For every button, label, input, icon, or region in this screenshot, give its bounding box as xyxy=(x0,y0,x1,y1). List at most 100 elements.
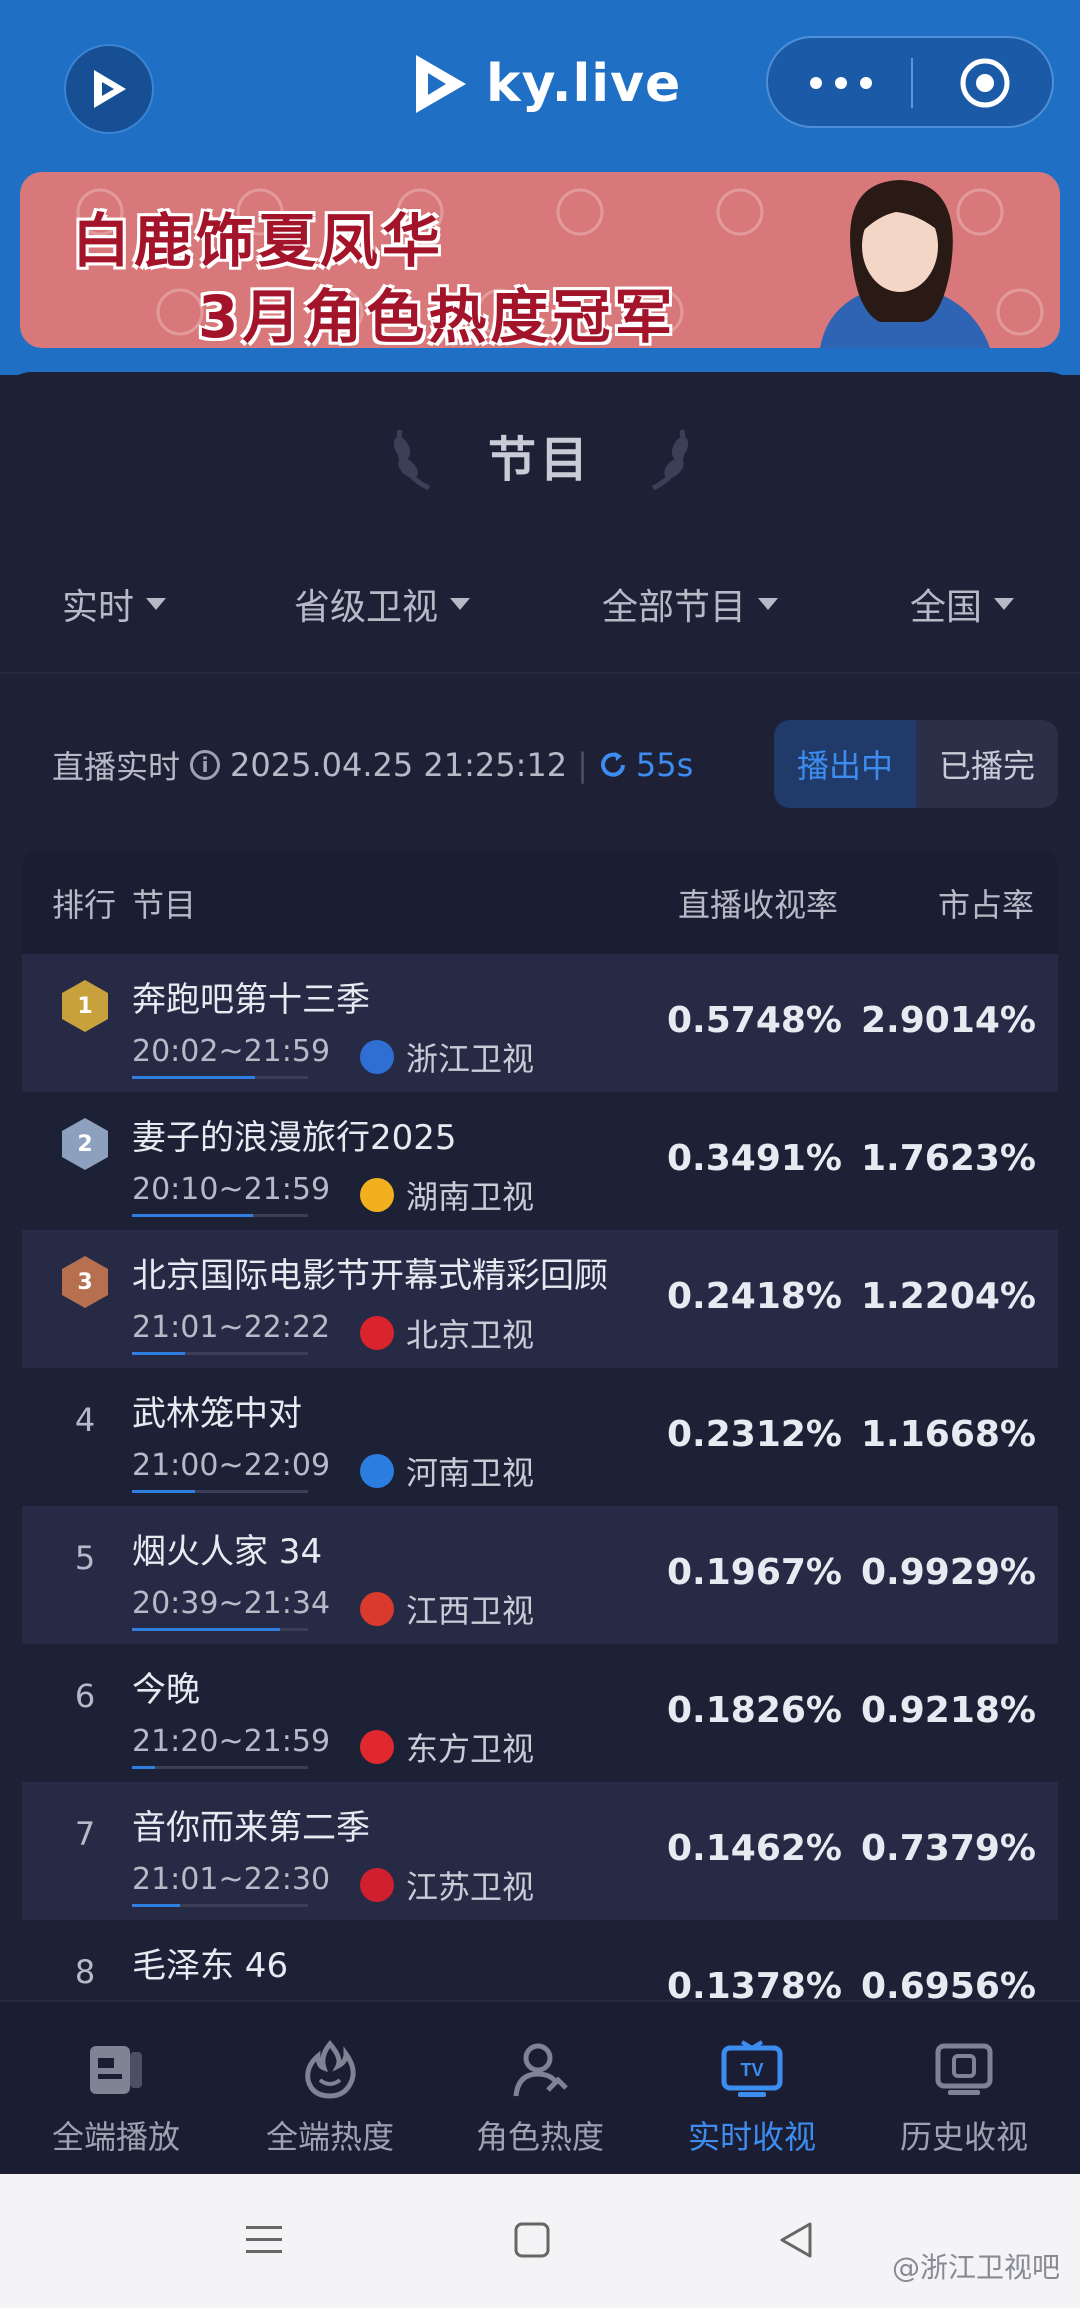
person-icon xyxy=(513,2043,568,2097)
info-icon[interactable]: i xyxy=(190,750,221,780)
channel: 江苏卫视 xyxy=(360,1862,534,1908)
app-logo-button[interactable] xyxy=(64,44,154,134)
table-row[interactable]: 1 奔跑吧第十三季 20:02~21:59 浙江卫视 0.5748% 2.9014% xyxy=(22,954,1058,1092)
capsule-divider xyxy=(911,58,913,108)
market-share: 0.9218% xyxy=(861,1690,1036,1731)
refresh-seconds: 55s xyxy=(635,746,694,784)
caret-down-icon xyxy=(146,598,167,610)
brand-name: ky.live xyxy=(486,54,682,114)
airtime-progress xyxy=(132,1628,308,1631)
back-icon[interactable] xyxy=(776,2220,816,2260)
close-target-icon[interactable] xyxy=(958,56,1012,110)
market-share: 1.2204% xyxy=(861,1276,1036,1317)
channel-logo-icon xyxy=(360,1868,394,1902)
live-rating: 0.1826% xyxy=(667,1690,842,1731)
channel-name: 河南卫视 xyxy=(406,1454,535,1492)
filter-time[interactable]: 实时 xyxy=(62,578,167,630)
banner-headline: 白鹿饰夏凤华 xyxy=(72,207,445,275)
program-name: 毛泽东 46 xyxy=(132,1946,289,1986)
ratings-table: 排行 节目 直播收视率 市占率 1 奔跑吧第十三季 20:02~21:59 浙江卫视 0… xyxy=(22,850,1058,2010)
program-time: 21:01~22:30 xyxy=(132,1862,331,1897)
rank-number: 8 xyxy=(74,1953,96,1991)
program-name: 武林笼中对 xyxy=(132,1394,302,1434)
rank-badge: 2 xyxy=(62,1118,108,1170)
program-time: 20:10~21:59 xyxy=(132,1172,331,1207)
table-row[interactable]: 6 今晚 21:20~21:59 东方卫视 0.1826% 0.9218% xyxy=(22,1644,1058,1782)
airtime-progress-fill xyxy=(132,1214,254,1217)
filter-label: 全部节目 xyxy=(602,587,747,628)
filter-program[interactable]: 全部节目 xyxy=(602,578,779,630)
system-nav-bar xyxy=(0,2174,1080,2308)
table-row[interactable]: 4 武林笼中对 21:00~22:09 河南卫视 0.2312% 1.1668% xyxy=(22,1368,1058,1506)
nav-playback[interactable]: 全端播放 xyxy=(26,2040,206,2158)
live-status: 直播实时 i 2025.04.25 21:25:12 | 55s xyxy=(52,740,693,790)
nav-history-ratings[interactable]: 历史收视 xyxy=(874,2040,1054,2158)
table-row[interactable]: 2 妻子的浪漫旅行2025 20:10~21:59 湖南卫视 0.3491% 1.7623… xyxy=(22,1092,1058,1230)
table-row[interactable]: 5 烟火人家 34 20:39~21:34 江西卫视 0.1967% 0.9929% xyxy=(22,1506,1058,1644)
airtime-progress xyxy=(132,1766,308,1769)
table-row[interactable]: 8 毛泽东 46 0.1378% 0.6956% xyxy=(22,1920,1058,2010)
channel-name: 北京卫视 xyxy=(406,1316,535,1354)
airtime-progress xyxy=(132,1490,308,1493)
channel-name: 东方卫视 xyxy=(406,1730,535,1768)
filter-bar: 实时 省级卫视 全部节目 全国 xyxy=(0,578,1080,634)
live-rating: 0.3491% xyxy=(667,1138,842,1179)
header-rank: 排行 xyxy=(52,886,117,924)
filter-channel-type[interactable]: 省级卫视 xyxy=(294,578,471,630)
live-rating: 0.1967% xyxy=(667,1552,842,1593)
market-share: 2.9014% xyxy=(861,1000,1036,1041)
separator: | xyxy=(577,746,588,784)
home-icon[interactable] xyxy=(512,2220,552,2260)
airtime-progress xyxy=(132,1904,308,1907)
filter-label: 省级卫视 xyxy=(294,587,439,628)
refresh-countdown[interactable]: 55s xyxy=(598,746,693,784)
header-share[interactable]: 市占率 xyxy=(938,880,1034,926)
program-time: 20:39~21:34 xyxy=(132,1586,331,1621)
tab-airing[interactable]: 播出中 xyxy=(774,720,916,808)
channel-logo-icon xyxy=(360,1178,394,1212)
caret-down-icon xyxy=(758,598,779,610)
channel-name: 浙江卫视 xyxy=(406,1040,535,1078)
channel: 江西卫视 xyxy=(360,1586,534,1632)
mini-program-capsule xyxy=(766,36,1054,128)
channel: 东方卫视 xyxy=(360,1724,534,1770)
program-name: 今晚 xyxy=(132,1670,200,1710)
nav-popularity[interactable]: 全端热度 xyxy=(240,2040,420,2158)
header-program: 节目 xyxy=(132,886,197,924)
airtime-progress-fill xyxy=(132,1076,256,1079)
channel: 浙江卫视 xyxy=(360,1034,534,1080)
program-time: 21:01~22:22 xyxy=(132,1310,331,1345)
program-time: 21:20~21:59 xyxy=(132,1724,331,1759)
airtime-progress xyxy=(132,1214,308,1217)
actress-portrait xyxy=(820,180,990,348)
table-header: 排行 节目 直播收视率 市占率 xyxy=(22,850,1058,954)
rank-number: 6 xyxy=(74,1677,96,1715)
section-title: 节目 xyxy=(487,432,592,488)
rank-badge: 3 xyxy=(62,1256,108,1308)
filter-region[interactable]: 全国 xyxy=(910,578,1015,630)
channel-logo-icon xyxy=(360,1040,394,1074)
more-icon[interactable] xyxy=(810,66,872,100)
tab-aired[interactable]: 已播完 xyxy=(916,720,1058,808)
header-rating[interactable]: 直播收视率 xyxy=(678,880,838,926)
program-name: 妻子的浪漫旅行2025 xyxy=(132,1118,457,1158)
nav-role-popularity[interactable]: 角色热度 xyxy=(450,2040,630,2158)
rank-number: 5 xyxy=(74,1539,96,1577)
market-share: 0.9929% xyxy=(861,1552,1036,1593)
flame-icon xyxy=(305,2040,356,2099)
rank-number: 4 xyxy=(74,1401,96,1439)
table-row[interactable]: 7 音你而来第二季 21:01~22:30 江苏卫视 0.1462% 0.7379% xyxy=(22,1782,1058,1920)
table-row[interactable]: 3 北京国际电影节开幕式精彩回顾 21:01~22:22 北京卫视 0.2418% 1.2… xyxy=(22,1230,1058,1368)
svg-text:TV: TV xyxy=(740,2060,763,2080)
promo-banner[interactable]: 白鹿饰夏凤华 3月角色热度冠军 xyxy=(20,172,1060,348)
channel-logo-icon xyxy=(360,1592,394,1626)
program-name: 奔跑吧第十三季 xyxy=(132,980,370,1020)
nav-realtime-ratings[interactable]: TV 实时收视 xyxy=(662,2040,842,2158)
airtime-progress-fill xyxy=(132,1490,196,1493)
nav-label: 全端播放 xyxy=(51,2118,180,2156)
menu-icon[interactable] xyxy=(244,2220,284,2260)
history-icon xyxy=(935,2043,993,2095)
channel-logo-icon xyxy=(360,1730,394,1764)
live-rating: 0.1462% xyxy=(667,1828,842,1869)
live-rating: 0.2418% xyxy=(667,1276,842,1317)
